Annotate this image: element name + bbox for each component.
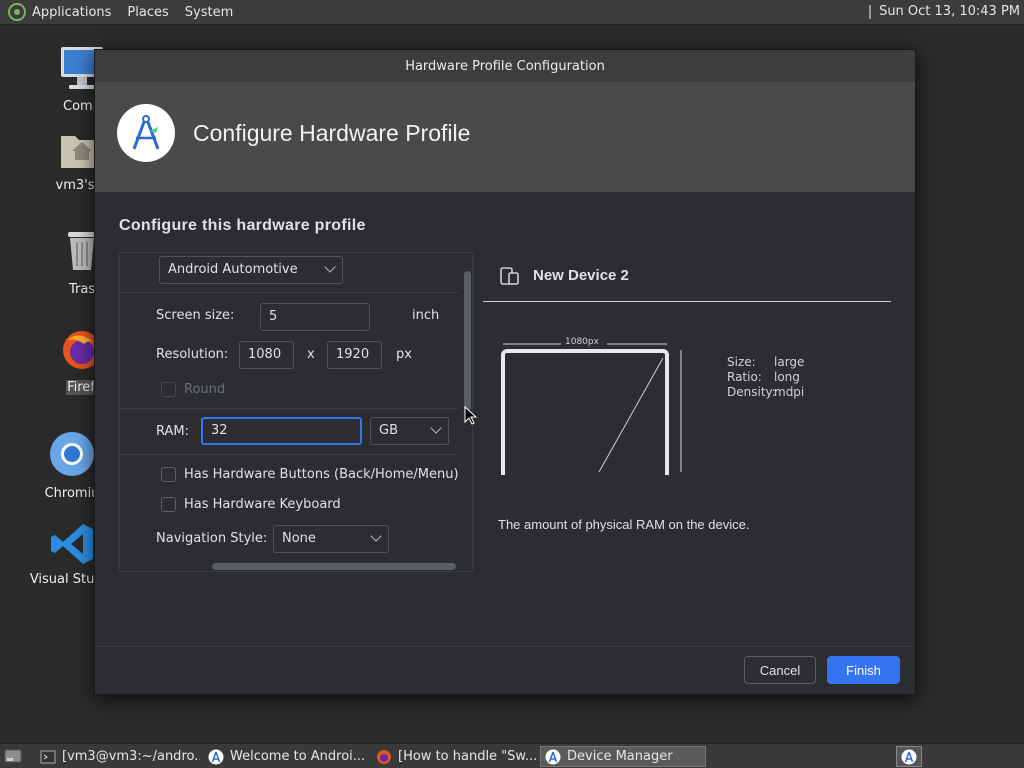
density-value: mdpi: [774, 385, 805, 399]
resolution-x-label: x: [307, 347, 315, 362]
screen-size-input[interactable]: 5: [260, 303, 370, 331]
taskbar-item-android-studio-welcome[interactable]: Welcome to Androi...: [204, 746, 368, 767]
field-description: The amount of physical RAM on the device…: [498, 517, 750, 532]
hardware-keyboard-label: Has Hardware Keyboard: [184, 497, 341, 512]
preview-divider: [483, 301, 891, 302]
clock-text: Sun Oct 13, 10:43 PM: [879, 4, 1020, 19]
device-stats: Size: large Ratio: long Density: mdpi: [727, 355, 804, 400]
taskbar-item-label: [vm3@vm3:~/andro...: [62, 749, 200, 764]
round-label: Round: [184, 382, 226, 397]
android-studio-icon: [208, 749, 224, 765]
cancel-button[interactable]: Cancel: [744, 656, 816, 684]
hardware-keyboard-checkbox[interactable]: [161, 497, 176, 512]
device-preview-icon: [500, 267, 519, 285]
dialog-header: Configure Hardware Profile: [95, 82, 915, 192]
screen-size-label: Screen size:: [156, 308, 235, 323]
form-separator: [120, 292, 458, 293]
android-studio-icon: [901, 749, 917, 764]
dialog-titlebar[interactable]: Hardware Profile Configuration: [95, 50, 915, 82]
ram-label: RAM:: [156, 424, 189, 439]
menu-applications[interactable]: Applications: [32, 5, 111, 20]
hardware-profile-dialog: Hardware Profile Configuration Configure…: [94, 49, 916, 695]
vscode-icon: [51, 524, 93, 564]
screen-size-unit: inch: [412, 308, 440, 323]
taskbar-item-label: Device Manager: [567, 749, 673, 764]
clock[interactable]: Sun Oct 13, 10:43 PM: [869, 4, 1020, 19]
navigation-style-label: Navigation Style:: [156, 531, 268, 546]
size-value: large: [774, 355, 805, 369]
profile-form-pane: Android Automotive Screen size: 5 inch R…: [119, 252, 473, 572]
device-type-dropdown[interactable]: Android Automotive: [159, 256, 343, 284]
dialog-header-title: Configure Hardware Profile: [193, 120, 471, 146]
form-horizontal-scrollbar[interactable]: [120, 561, 460, 571]
round-checkbox[interactable]: [161, 382, 176, 397]
device-width-label: 1080px: [565, 337, 599, 347]
terminal-icon: [40, 749, 56, 765]
hardware-buttons-label: Has Hardware Buttons (Back/Home/Menu): [184, 467, 459, 482]
navigation-style-dropdown[interactable]: None: [273, 525, 389, 553]
mouse-cursor-icon: [464, 406, 478, 425]
android-studio-icon: [545, 749, 561, 765]
ram-unit-dropdown[interactable]: GB: [370, 417, 449, 445]
ram-unit-value: GB: [379, 423, 398, 438]
chromium-icon: [50, 432, 94, 476]
android-studio-logo-icon: [117, 104, 175, 162]
desktop-icon-label: Firef: [66, 380, 96, 395]
tray-android-studio[interactable]: [896, 746, 922, 767]
menu-places[interactable]: Places: [127, 5, 168, 20]
dialog-window-title: Hardware Profile Configuration: [405, 58, 605, 74]
firefox-icon: [376, 749, 392, 765]
chevron-down-icon: [370, 530, 382, 542]
taskbar-item-firefox[interactable]: [How to handle "Sw...: [372, 746, 536, 767]
hardware-buttons-checkbox[interactable]: [161, 467, 176, 482]
taskbar-item-label: [How to handle "Sw...: [398, 749, 536, 764]
section-title: Configure this hardware profile: [119, 217, 366, 234]
device-preview-frame: [501, 349, 669, 475]
form-separator: [120, 408, 458, 409]
ratio-value: long: [774, 370, 800, 384]
ratio-key: Ratio:: [727, 370, 762, 384]
footer-divider: [95, 646, 915, 647]
device-type-value: Android Automotive: [168, 262, 298, 277]
taskbar-item-terminal[interactable]: [vm3@vm3:~/andro...: [36, 746, 200, 767]
distro-logo-icon[interactable]: [8, 3, 26, 21]
scrollbar-thumb[interactable]: [212, 563, 456, 570]
top-panel: Applications Places System Sun Oct 13, 1…: [0, 0, 1024, 25]
finish-button[interactable]: Finish: [827, 656, 900, 684]
resolution-height-input[interactable]: 1920: [327, 341, 382, 369]
taskbar-item-label: Welcome to Androi...: [230, 749, 366, 764]
menu-system[interactable]: System: [185, 5, 233, 20]
device-name: New Device 2: [533, 267, 629, 284]
density-key: Density:: [727, 385, 776, 399]
scrollbar-thumb[interactable]: [464, 271, 471, 411]
chevron-down-icon: [324, 261, 336, 273]
resolution-label: Resolution:: [156, 347, 229, 362]
taskbar-item-device-manager[interactable]: Device Manager: [540, 746, 706, 767]
panel-separator: [869, 4, 872, 19]
chevron-down-icon: [430, 422, 442, 434]
form-separator: [120, 454, 458, 455]
navigation-style-value: None: [282, 531, 316, 546]
size-key: Size:: [727, 355, 756, 369]
taskbar: [vm3@vm3:~/andro... Welcome to Androi...…: [0, 743, 1024, 768]
resolution-unit: px: [396, 347, 412, 362]
resolution-width-input[interactable]: 1080: [239, 341, 294, 369]
show-desktop-icon[interactable]: [4, 748, 22, 764]
ram-input[interactable]: 32: [201, 417, 362, 445]
